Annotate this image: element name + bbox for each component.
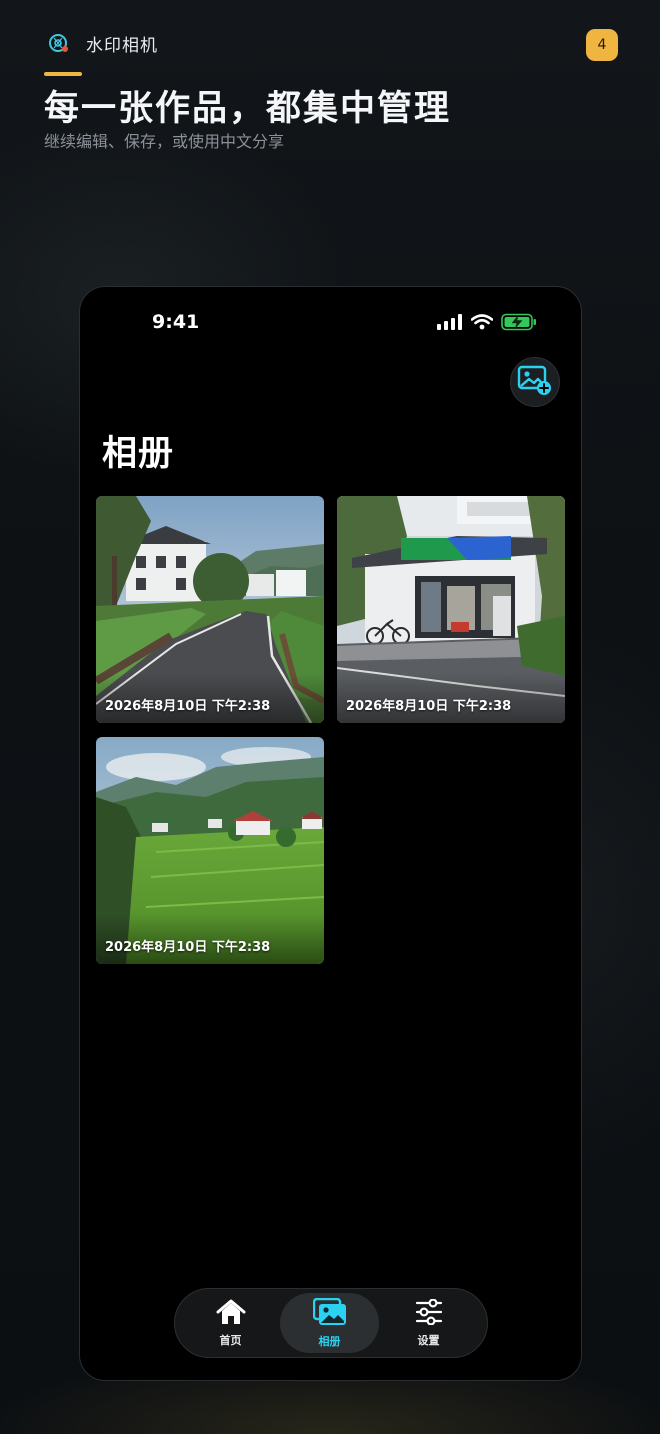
battery-charging-icon: [501, 313, 537, 335]
status-icons: [437, 313, 537, 335]
photo-date: 2026年8月10日 下午2:38: [346, 699, 512, 714]
accent-bar: [44, 72, 82, 76]
tab-label: 设置: [417, 1333, 440, 1347]
photo-card[interactable]: 2026年8月10日 下午2:38: [96, 737, 324, 964]
camera-logo-icon: [44, 28, 74, 58]
tab-home[interactable]: 首页: [181, 1293, 280, 1353]
status-time: 9:41: [152, 311, 200, 333]
bottom-tab-bar: 首页 相册 设置: [174, 1288, 488, 1358]
photo-card[interactable]: 2026年8月10日 下午2:38: [337, 496, 565, 723]
wifi-icon: [470, 314, 494, 334]
signal-icon: [437, 314, 463, 334]
home-icon: [216, 1299, 246, 1329]
hero-title: 每一张作品，都集中管理: [44, 89, 452, 129]
tab-label: 相册: [318, 1334, 341, 1348]
photo-date: 2026年8月10日 下午2:38: [105, 699, 271, 714]
add-image-icon: [517, 364, 553, 400]
add-photo-button[interactable]: [510, 357, 560, 407]
app-name: 水印相机: [86, 35, 158, 56]
hero-subtitle: 继续编辑、保存，或使用中文分享: [44, 132, 285, 151]
phone-mockup: 9:41 相册 2026年8月10日 下午2:38 2026年8月10日 下午2…: [79, 286, 582, 1381]
photo-date: 2026年8月10日 下午2:38: [105, 940, 271, 955]
tab-label: 首页: [219, 1333, 242, 1347]
page-title: 相册: [102, 434, 175, 474]
tab-album[interactable]: 相册: [280, 1293, 379, 1353]
sliders-icon: [415, 1297, 443, 1329]
count-badge[interactable]: 4: [586, 29, 618, 61]
gallery-icon: [312, 1297, 347, 1330]
tab-settings[interactable]: 设置: [379, 1293, 478, 1353]
photo-card[interactable]: 2026年8月10日 下午2:38: [96, 496, 324, 723]
app-header: 水印相机: [44, 28, 158, 58]
